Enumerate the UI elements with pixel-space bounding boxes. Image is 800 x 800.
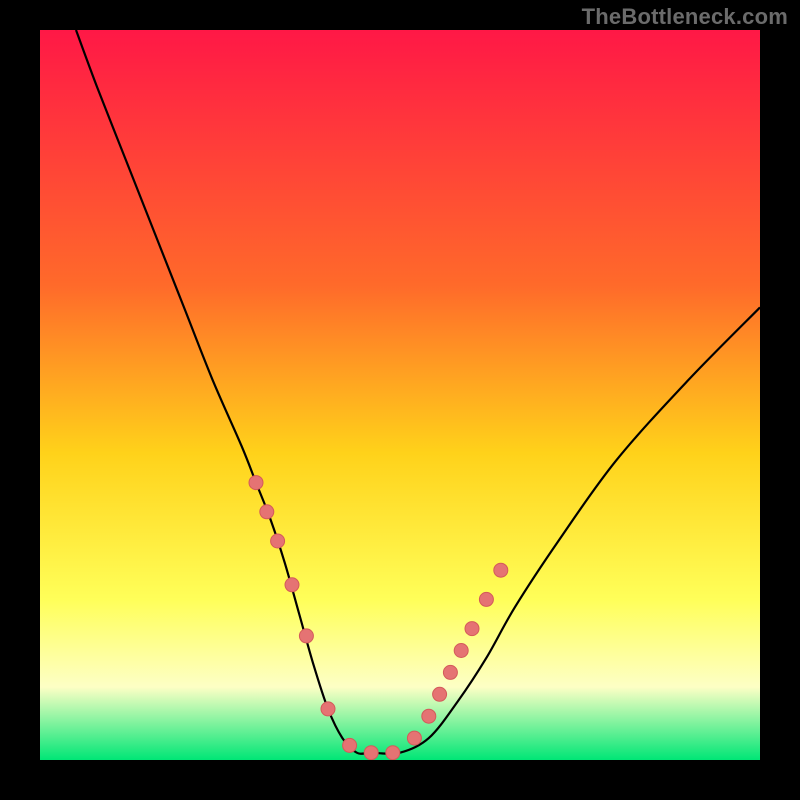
curve-marker — [465, 622, 479, 636]
curve-marker — [422, 709, 436, 723]
curve-marker — [433, 687, 447, 701]
curve-marker — [343, 738, 357, 752]
curve-marker — [285, 578, 299, 592]
chart-stage: TheBottleneck.com — [0, 0, 800, 800]
curve-marker — [364, 746, 378, 760]
curve-marker — [271, 534, 285, 548]
curve-marker — [321, 702, 335, 716]
plot-area — [40, 30, 760, 760]
curve-marker — [260, 505, 274, 519]
curve-marker — [443, 665, 457, 679]
curve-marker — [454, 644, 468, 658]
chart-svg — [40, 30, 760, 760]
curve-marker — [299, 629, 313, 643]
curve-marker — [386, 746, 400, 760]
curve-marker — [479, 592, 493, 606]
attribution-label: TheBottleneck.com — [582, 4, 788, 30]
curve-marker — [407, 731, 421, 745]
curve-marker — [249, 476, 263, 490]
gradient-background — [40, 30, 760, 760]
curve-marker — [494, 563, 508, 577]
